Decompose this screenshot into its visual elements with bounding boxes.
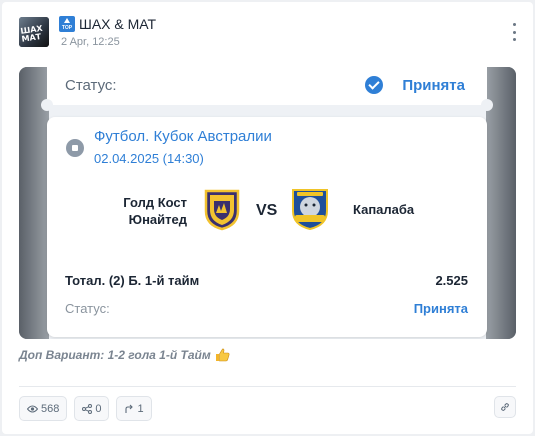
- footer-divider: [19, 386, 516, 387]
- caption-text: Доп Вариант: 1-2 гола 1-й Тайм: [19, 348, 211, 362]
- more-vertical-icon[interactable]: [511, 23, 517, 41]
- match-date: 02.04.2025 (14:30): [94, 151, 204, 166]
- forward-button[interactable]: 1: [116, 396, 152, 421]
- forward-icon: [125, 404, 134, 413]
- views-count: 568: [41, 402, 60, 415]
- post-card: ШАХ МАТ TOP ШАХ & МАТ 2 Apr, 12:25 Стату…: [2, 2, 533, 434]
- copy-link-button[interactable]: [494, 396, 516, 418]
- team-away: Капалаба: [353, 202, 415, 217]
- team-home: Голд Кост Юнайтед: [123, 195, 187, 227]
- status-value: Принята: [402, 77, 465, 94]
- bet-status-value: Принята: [413, 301, 468, 316]
- top-badge-icon: TOP: [59, 16, 75, 32]
- post-actions: 568 0 1: [19, 396, 152, 421]
- share-icon: [82, 403, 93, 414]
- forwards-count: 1: [137, 402, 144, 415]
- link-icon: [501, 403, 509, 411]
- channel-name[interactable]: ШАХ & МАТ: [79, 16, 156, 32]
- bet-market: Тотал. (2) Б. 1-й тайм: [65, 273, 200, 288]
- ticket-notch-left: [41, 99, 53, 111]
- post-date: 2 Apr, 12:25: [61, 36, 120, 48]
- post-header: ШАХ МАТ TOP ШАХ & МАТ 2 Apr, 12:25: [19, 15, 519, 49]
- channel-title-row: TOP ШАХ & МАТ: [59, 15, 156, 33]
- vs-label: VS: [256, 202, 278, 219]
- bet-ticket: Футбол. Кубок Австралии 02.04.2025 (14:3…: [47, 117, 487, 337]
- ticket-status-header: Статус: Принята: [47, 67, 487, 105]
- check-circle-icon: [365, 76, 383, 94]
- thumbs-up-icon: [215, 348, 230, 362]
- status-label: Статус:: [65, 77, 117, 94]
- team-away-logo: [292, 189, 328, 231]
- shares-count: 0: [95, 402, 102, 415]
- soccer-ball-icon: [66, 139, 84, 157]
- team-home-logo: [204, 189, 240, 231]
- bet-status-label: Статус:: [65, 301, 110, 316]
- post-caption: Доп Вариант: 1-2 гола 1-й Тайм: [19, 348, 230, 362]
- eye-icon: [27, 405, 38, 412]
- bet-odds: 2.525: [435, 273, 468, 288]
- league-name: Футбол. Кубок Австралии: [94, 128, 272, 145]
- channel-avatar[interactable]: ШАХ МАТ: [19, 17, 49, 47]
- ticket-notch-right: [481, 99, 493, 111]
- views-button[interactable]: 568: [19, 396, 68, 421]
- share-button[interactable]: 0: [74, 396, 110, 421]
- post-image[interactable]: Статус: Принята Футбол. Кубок Австралии …: [19, 67, 516, 339]
